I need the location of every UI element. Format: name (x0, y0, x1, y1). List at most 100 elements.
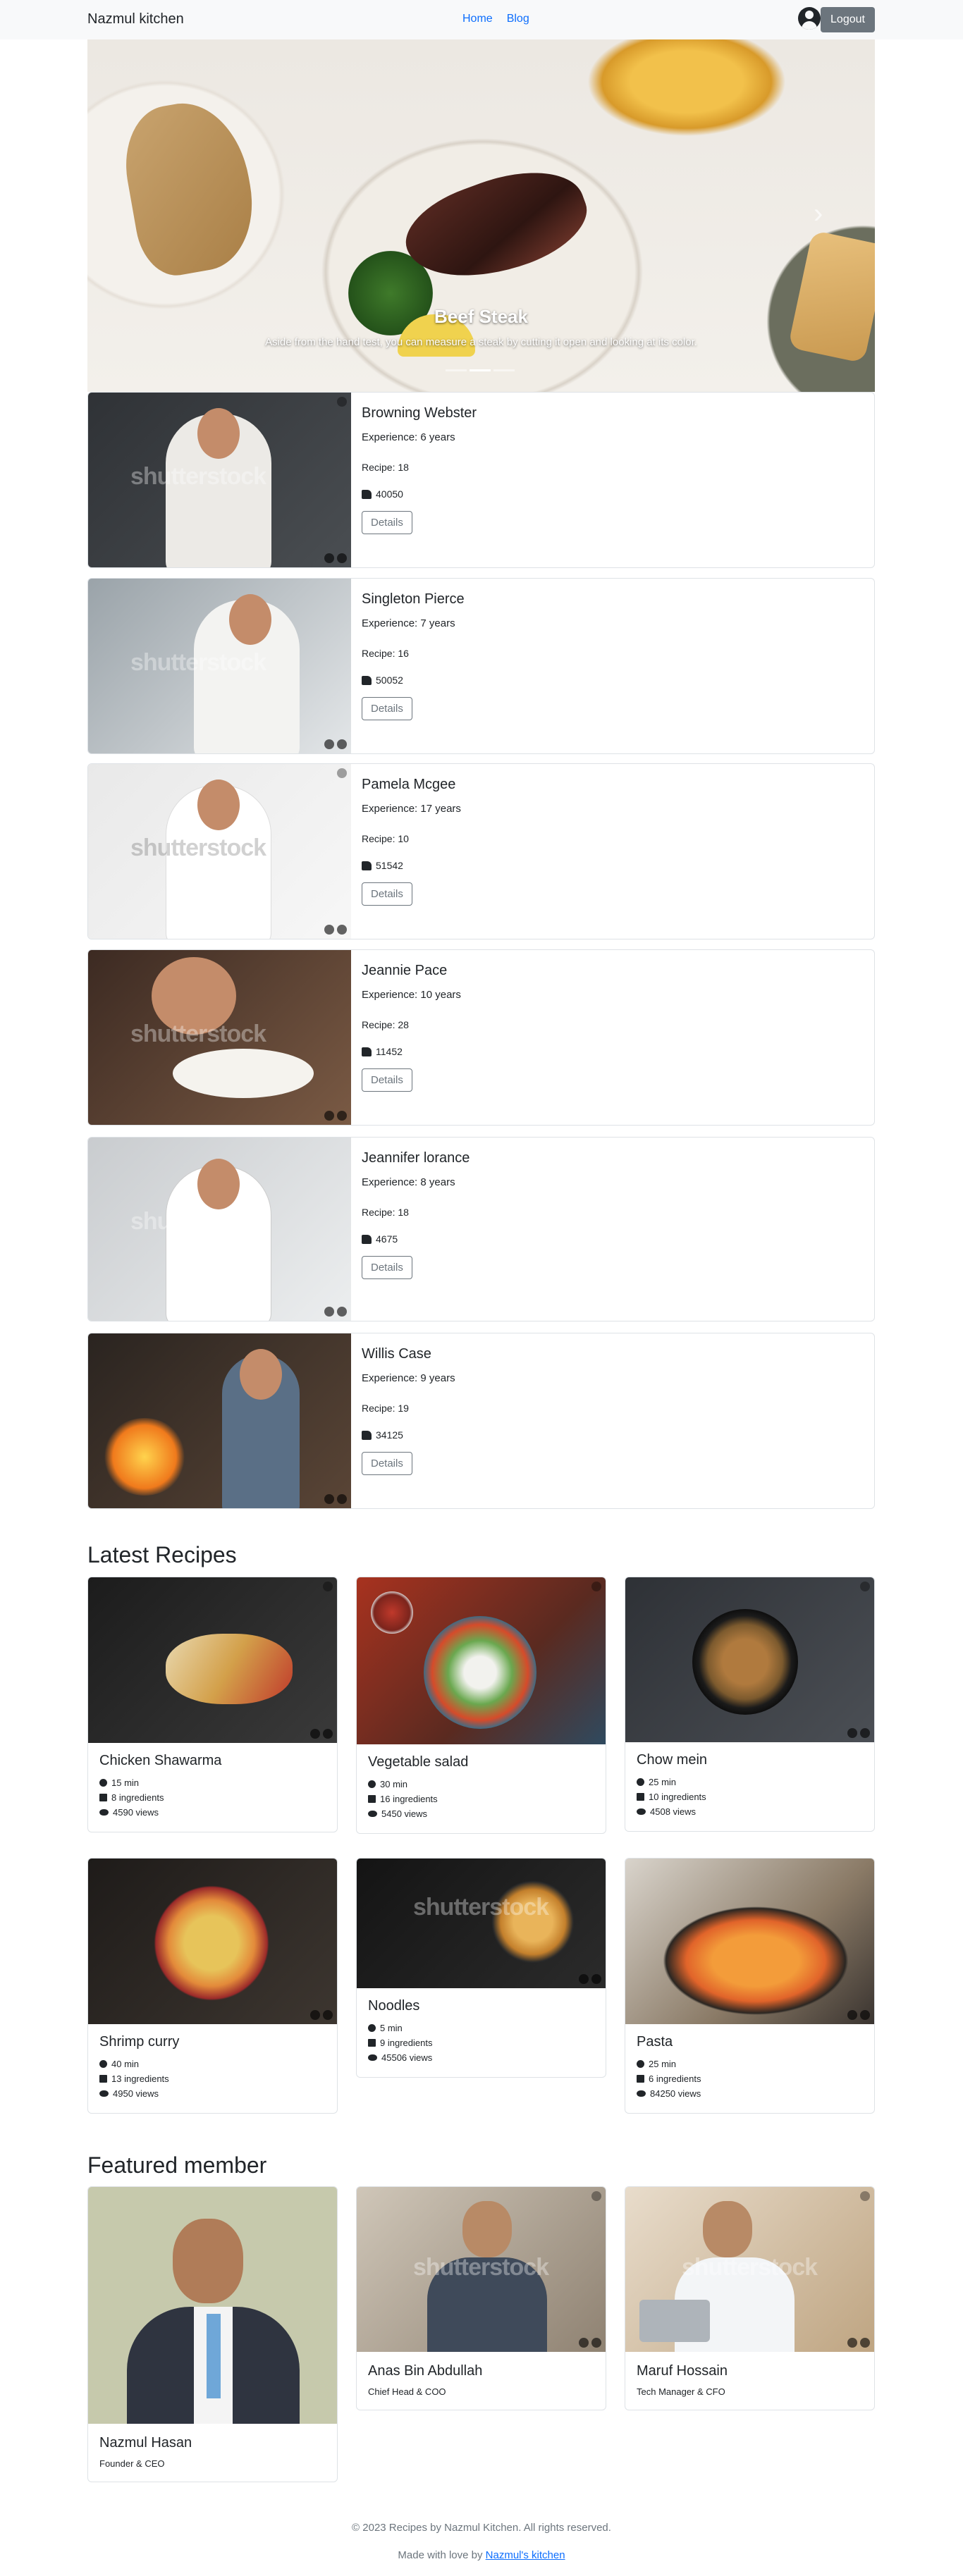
camera-icon (860, 1728, 870, 1738)
member-card: shutterstock Maruf Hossain Tech Manager … (625, 2186, 875, 2410)
recipe-card[interactable]: Chicken Shawarma 15 min 8 ingredients 45… (87, 1577, 338, 1832)
recipe-time: 40 min (111, 2059, 140, 2069)
details-button[interactable]: Details (362, 1068, 412, 1092)
clock-icon (99, 1779, 107, 1787)
eye-icon (637, 2090, 646, 2097)
list-icon (368, 1795, 376, 1803)
list-icon (99, 1794, 107, 1801)
share-icon (310, 2010, 320, 2020)
recipe-photo (625, 1577, 874, 1742)
brand-link[interactable]: Nazmul kitchen (87, 11, 184, 27)
chef-photo: shutterstock (88, 579, 351, 753)
recipe-time: 30 min (380, 1779, 408, 1789)
recipe-card[interactable]: Shrimp curry 40 min 13 ingredients 4950 … (87, 1858, 338, 2114)
share-icon (847, 2010, 857, 2020)
zoom-icon (860, 1582, 870, 1591)
user-avatar-icon[interactable] (798, 7, 821, 30)
recipe-card[interactable]: Pasta 25 min 6 ingredients 84250 views (625, 1858, 875, 2114)
chef-photo: shutterstock (88, 1138, 351, 1321)
watermark: shutterstock (130, 1208, 266, 1235)
chef-card: shutterstock Jeannifer lorance Experienc… (87, 1137, 875, 1321)
member-role: Chief Head & COO (368, 2386, 446, 2397)
zoom-icon (337, 397, 347, 407)
nav-blog-link[interactable]: Blog (507, 13, 529, 25)
recipe-title: Chicken Shawarma (99, 1753, 222, 1768)
member-role: Founder & CEO (99, 2458, 165, 2469)
watermark: shutterstock (682, 2254, 818, 2281)
recipe-title: Vegetable salad (368, 1754, 469, 1770)
carousel-indicators[interactable] (446, 369, 515, 371)
thumbs-up-icon (362, 489, 372, 499)
logout-button[interactable]: Logout (821, 7, 875, 32)
likes-count: 4675 (376, 1233, 398, 1245)
carousel-indicator[interactable] (493, 369, 515, 371)
details-button[interactable]: Details (362, 882, 412, 906)
chef-experience: Experience: 7 years (362, 617, 455, 629)
footer-kitchen-link[interactable]: Nazmul's kitchen (486, 2549, 565, 2561)
recipe-title: Chow mein (637, 1752, 708, 1768)
details-button[interactable]: Details (362, 1452, 412, 1475)
chef-likes: 4675 (362, 1233, 470, 1245)
chef-recipes: Recipe: 18 (362, 1207, 409, 1218)
recipe-time: 5 min (380, 2023, 403, 2033)
clock-icon (99, 2060, 107, 2068)
zoom-icon (591, 1582, 601, 1591)
chef-card: shutterstock Singleton Pierce Experience… (87, 578, 875, 754)
footer-copyright: © 2023 Recipes by Nazmul Kitchen. All ri… (352, 2522, 611, 2534)
details-button[interactable]: Details (362, 697, 412, 720)
recipe-photo (88, 1577, 337, 1743)
eye-icon (368, 1811, 377, 1817)
recipe-photo (625, 1859, 874, 2024)
list-icon (637, 1793, 644, 1801)
share-icon (324, 553, 334, 563)
carousel-next-icon[interactable]: › (814, 198, 823, 230)
latest-recipes-title: Latest Recipes (87, 1542, 237, 1567)
details-button[interactable]: Details (362, 511, 412, 534)
nav-home-link[interactable]: Home (462, 13, 493, 25)
carousel-indicator[interactable] (446, 369, 467, 371)
watermark: shutterstock (130, 463, 266, 490)
recipe-views: 5450 views (381, 1808, 428, 1819)
recipe-photo (88, 1859, 337, 2024)
recipe-ingredients: 16 ingredients (380, 1794, 438, 1804)
eye-icon (99, 2090, 109, 2097)
camera-icon (591, 1974, 601, 1984)
likes-count: 40050 (376, 488, 403, 500)
member-photo: shutterstock (357, 2187, 606, 2352)
carousel-indicator[interactable] (470, 369, 491, 371)
details-button[interactable]: Details (362, 1256, 412, 1279)
camera-icon (337, 553, 347, 563)
hero-carousel: › Beef Steak Aside from the hand test, y… (87, 39, 875, 392)
chef-name: Jeannifer lorance (362, 1150, 470, 1166)
share-icon (324, 925, 334, 935)
recipe-ingredients: 6 ingredients (649, 2073, 701, 2084)
featured-member-title: Featured member (87, 2152, 267, 2178)
recipe-time: 25 min (649, 1777, 677, 1787)
chef-likes: 50052 (362, 674, 465, 686)
chef-card: shutterstock Pamela Mcgee Experience: 17… (87, 763, 875, 939)
share-icon (579, 2338, 589, 2348)
chef-photo: shutterstock (88, 393, 351, 567)
recipe-ingredients: 13 ingredients (111, 2073, 169, 2084)
chef-recipes: Recipe: 28 (362, 1019, 409, 1030)
recipe-card[interactable]: Chow mein 25 min 10 ingredients 4508 vie… (625, 1577, 875, 1832)
member-photo: shutterstock (625, 2187, 874, 2352)
chef-experience: Experience: 9 years (362, 1372, 455, 1384)
watermark: shutterstock (130, 834, 266, 861)
camera-icon (337, 1307, 347, 1317)
camera-icon (337, 1494, 347, 1504)
member-name: Anas Bin Abdullah (368, 2363, 483, 2379)
member-name: Nazmul Hasan (99, 2435, 192, 2451)
recipe-card[interactable]: shutterstock Noodles 5 min 9 ingredients… (356, 1858, 606, 2078)
likes-count: 51542 (376, 860, 403, 871)
watermark: shutterstock (413, 1894, 549, 1921)
share-icon (579, 1974, 589, 1984)
chef-card: Willis Case Experience: 9 years Recipe: … (87, 1333, 875, 1509)
member-photo (88, 2187, 337, 2424)
recipe-views: 4508 views (650, 1806, 697, 1817)
chef-card: shutterstock Jeannie Pace Experience: 10… (87, 949, 875, 1126)
recipe-card[interactable]: Vegetable salad 30 min 16 ingredients 54… (356, 1577, 606, 1834)
chef-likes: 51542 (362, 860, 461, 871)
chef-experience: Experience: 10 years (362, 989, 461, 1001)
chef-experience: Experience: 6 years (362, 431, 455, 443)
